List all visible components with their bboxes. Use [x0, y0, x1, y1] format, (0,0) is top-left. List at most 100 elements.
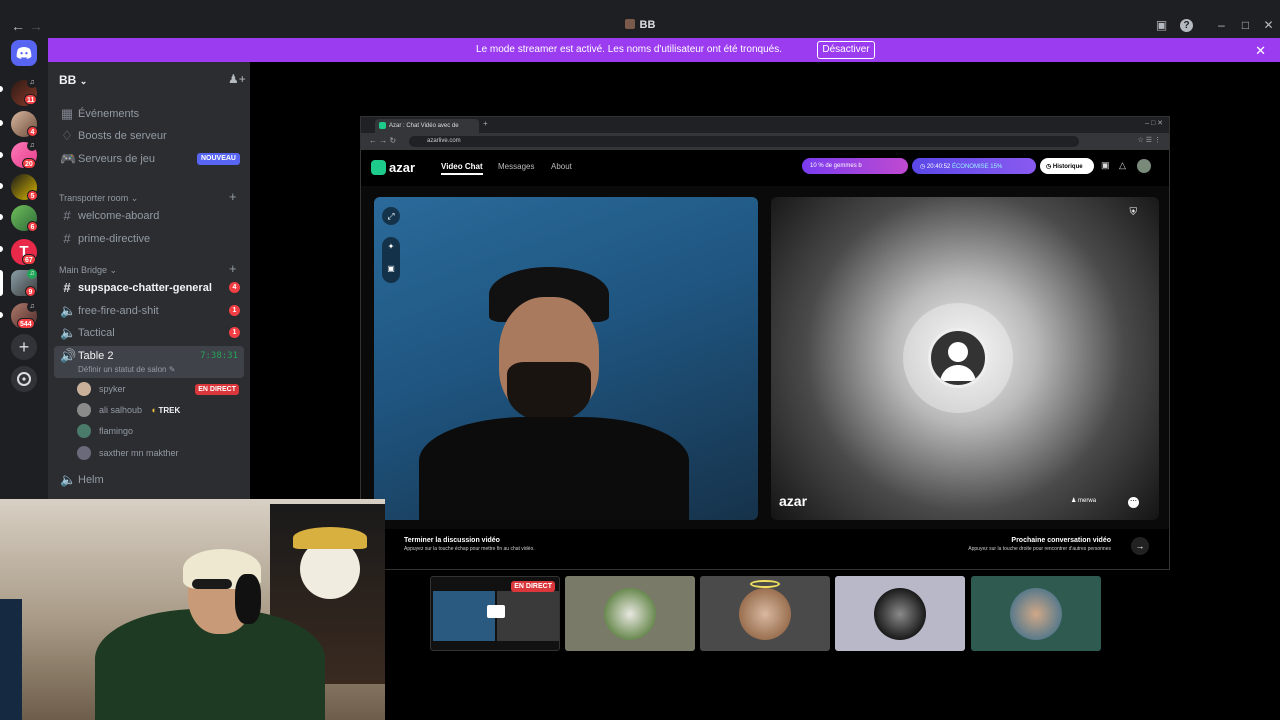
events-item[interactable]: ▦ Événements [54, 104, 244, 124]
sunglasses [192, 579, 232, 589]
azar-logo[interactable]: azar [371, 160, 415, 175]
more-options-icon[interactable]: ⋯ [1128, 497, 1139, 508]
avatar [604, 588, 656, 640]
minimize-icon[interactable]: – [1215, 19, 1228, 32]
voice-member-ali-salhoub[interactable]: ali salhoub ◖ TREK [77, 401, 243, 419]
store-icon[interactable]: ▣ [1101, 160, 1110, 171]
avatar [874, 588, 926, 640]
add-channel-icon[interactable]: + [229, 189, 237, 204]
voice-member-spyker[interactable]: spyker EN DIRECT [77, 380, 243, 398]
category-transporter-room[interactable]: Transporter room ⌄ [59, 193, 138, 204]
speaker-icon: 🔈 [60, 325, 77, 340]
server-boosts-item[interactable]: ♢ Boosts de serveur [54, 126, 244, 146]
expand-icon[interactable]: ⤢ [382, 207, 400, 225]
add-channel-icon[interactable]: + [229, 261, 237, 276]
channel-helm[interactable]: 🔈 Helm [54, 470, 244, 490]
explore-button[interactable] [11, 366, 37, 392]
speaker-active-icon: 🔊 [60, 348, 77, 363]
monitor-edge [0, 599, 22, 720]
gems-promo-button[interactable]: 10 % de gemmes b [802, 158, 908, 174]
avatar [77, 424, 91, 438]
azar-logo-icon [371, 160, 386, 175]
voice-icon: ♫ [27, 302, 37, 312]
server-name[interactable]: BB ⌄ [59, 73, 87, 87]
video-tools: ✦ ▣ [382, 237, 400, 283]
filter-icon[interactable]: ▣ [382, 264, 400, 273]
channel-free-fire-and-shit[interactable]: 🔈 free-fire-and-shit 1 [54, 301, 244, 321]
add-server-button[interactable]: + [11, 334, 37, 360]
tile-participant-2[interactable] [565, 576, 695, 651]
disable-streamer-mode-button[interactable]: Désactiver [817, 41, 875, 59]
inbox-icon[interactable]: ▣ [1155, 19, 1168, 32]
game-servers-item[interactable]: 🎮 Serveurs de jeu NOUVEAU [54, 149, 244, 169]
boosts-label: Boosts de serveur [78, 130, 167, 142]
tile-participant-5[interactable] [971, 576, 1101, 651]
unread-pill [0, 246, 3, 252]
user-icon [940, 342, 976, 381]
channel-status[interactable]: Définir un statut de salon ✎ [78, 365, 175, 374]
next-arrow-button[interactable]: → [1131, 537, 1149, 555]
history-button[interactable]: ◷ Historique [1040, 158, 1094, 174]
placeholder-avatar [928, 328, 988, 388]
home-button[interactable] [11, 40, 37, 66]
nav-about[interactable]: About [551, 162, 572, 171]
preview-left-video [433, 591, 495, 641]
shirt [419, 417, 689, 520]
channel-supspace-chatter-general[interactable]: # supspace-chatter-general 4 [54, 278, 244, 298]
avatar [77, 382, 91, 396]
gamepad-icon: 🎮 [60, 151, 77, 166]
channel-prime-directive[interactable]: # prime-directive [54, 229, 244, 249]
next-video-chat[interactable]: Prochaine conversation vidéo Appuyez sur… [968, 537, 1111, 552]
server-icon [624, 19, 635, 29]
azar-favicon-icon [379, 122, 386, 129]
guild-badge: 67 [22, 254, 36, 265]
unread-pill [0, 120, 3, 126]
magic-wand-icon[interactable]: ✦ [382, 242, 400, 251]
nav-messages[interactable]: Messages [498, 162, 534, 171]
new-tab-icon[interactable]: + [483, 119, 488, 128]
screen-share-stream[interactable]: Azar : Chat Vidéo avec de + – □ ✕ ← → ↻ … [360, 116, 1170, 570]
help-icon[interactable]: ? [1180, 19, 1193, 32]
unread-pill [0, 86, 3, 92]
shield-icon[interactable]: ⛨ [1130, 207, 1138, 218]
category-main-bridge[interactable]: Main Bridge ⌄ [59, 265, 117, 276]
window-title: BB [0, 19, 1280, 31]
channel-label: welcome-aboard [78, 210, 160, 222]
channel-tactical[interactable]: 🔈 Tactical 1 [54, 323, 244, 343]
headphones [235, 574, 261, 624]
speaker-icon: 🔈 [60, 472, 77, 487]
poster-hat [293, 527, 367, 549]
browser-tab[interactable]: Azar : Chat Vidéo avec de [375, 119, 479, 133]
voice-channel-table-2[interactable]: 🔊 Table 2 7:38:31 Définir un statut de s… [54, 346, 244, 378]
tile-stream-preview[interactable]: EN DIRECT [430, 576, 560, 651]
azar-watermark: azar [779, 493, 808, 509]
url-field[interactable]: azarlive.com [409, 136, 1079, 147]
progress-line [387, 569, 502, 570]
channel-welcome-aboard[interactable]: # welcome-aboard [54, 206, 244, 226]
timer-offer-button[interactable]: ◷ 20:40:52 ÉCONOMISE 15% [912, 158, 1036, 174]
beard [507, 362, 591, 422]
end-subtitle: Appuyez sur la touche échap pour mettre … [404, 546, 535, 552]
guild-badge: 544 [17, 318, 35, 329]
voice-member-flamingo[interactable]: flamingo [77, 422, 243, 440]
guild-badge: 6 [27, 221, 38, 232]
tile-participant-4[interactable] [835, 576, 965, 651]
invite-icon[interactable]: ♟+ [228, 72, 246, 86]
browser-toolbar-icons[interactable]: ☆ ☰ ⋮ [1138, 136, 1161, 144]
tile-participant-3[interactable] [700, 576, 830, 651]
bell-icon[interactable]: △ [1119, 160, 1126, 171]
profile-avatar[interactable] [1137, 159, 1151, 173]
end-video-chat[interactable]: Terminer la discussion vidéo Appuyez sur… [404, 537, 535, 552]
nav-arrows-icon[interactable]: ← → ↻ [369, 136, 396, 145]
next-subtitle: Appuyez sur la touche droite pour rencon… [968, 546, 1111, 552]
streamer-webcam [0, 499, 385, 720]
nav-video-chat[interactable]: Video Chat [441, 162, 483, 175]
next-title: Prochaine conversation vidéo [1011, 537, 1111, 544]
screen-icon [487, 605, 505, 618]
maximize-icon[interactable]: □ [1239, 19, 1252, 32]
voice-member-saxther[interactable]: saxther mn makther [77, 444, 243, 462]
mention-badge: 1 [229, 327, 240, 338]
close-window-icon[interactable]: ✕ [1262, 19, 1275, 32]
browser-window-controls[interactable]: – □ ✕ [1145, 119, 1163, 127]
banner-close-icon[interactable]: ✕ [1255, 43, 1266, 59]
